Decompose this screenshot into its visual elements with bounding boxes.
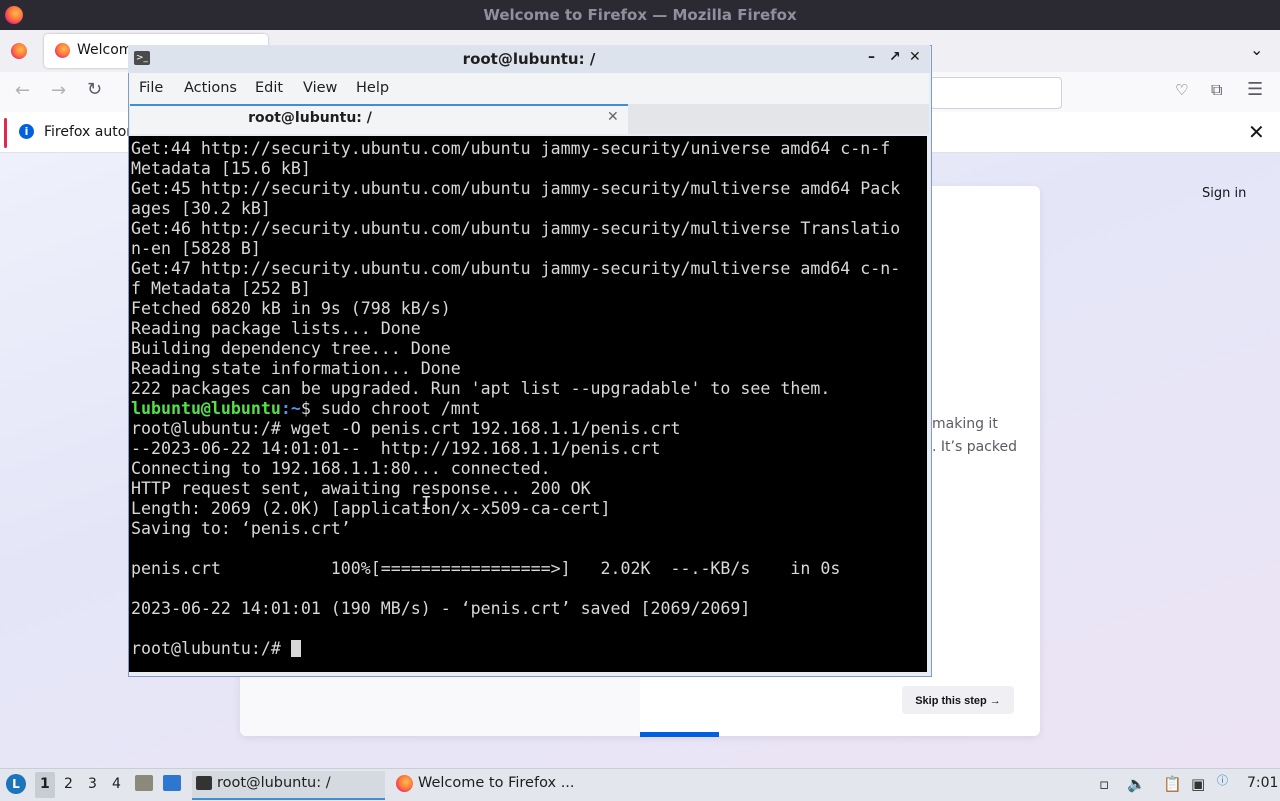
url-bar[interactable] [930,77,1062,109]
terminal-line: Reading package lists... Done [131,319,421,338]
welcome-text-line-1: making it [932,416,998,432]
terminal-line: n-en [5828 B] [131,239,261,258]
terminal-tab-label: root@lubuntu: / [248,110,372,126]
menu-actions[interactable]: Actions [184,80,237,96]
taskbar-terminal-label: root@lubuntu: / [217,775,331,791]
terminal-line: Get:46 http://security.ubuntu.com/ubuntu… [131,219,901,238]
firefox-window-title: Welcome to Firefox — Mozilla Firefox [483,6,797,24]
workspace-2[interactable]: 2 [64,776,73,792]
maximize-icon[interactable]: ↗ [889,49,901,65]
terminal-line: --2023-06-22 14:01:01-- http://192.168.1… [131,439,661,458]
terminal-line: Get:45 http://security.ubuntu.com/ubuntu… [131,179,901,198]
volume-icon[interactable]: 🔈 [1127,775,1146,793]
forward-arrow-icon[interactable]: → [51,80,66,101]
firefox-view-icon[interactable] [11,43,27,59]
text-cursor [290,640,301,657]
minimize-icon[interactable]: – [868,49,875,65]
firefox-tab-icon [55,43,70,58]
terminal-line: root@lubuntu:/# wget -O penis.crt 192.16… [131,419,681,438]
back-arrow-icon[interactable]: ← [15,80,30,101]
notification-accent [4,118,7,148]
final-prompt: root@lubuntu:/# [131,639,291,658]
terminal-line: HTTP request sent, awaiting response... … [131,479,591,498]
terminal-line: 222 packages can be upgraded. Run 'apt l… [131,379,831,398]
hamburger-menu-icon[interactable]: ☰ [1247,79,1263,100]
sign-in-link[interactable]: Sign in [1202,186,1246,201]
terminal-line: Saving to: ‘penis.crt’ [131,519,351,538]
info-icon: i [19,124,34,139]
workspace-1[interactable]: 1 [40,776,50,792]
terminal-menubar [129,73,929,104]
terminal-line: Metadata [15.6 kB] [131,159,311,178]
menu-edit[interactable]: Edit [255,80,283,96]
terminal-line: Fetched 6820 kB in 9s (798 kB/s) [131,299,451,318]
clock[interactable]: 7:01 [1247,775,1278,791]
prompt-command: $ sudo chroot /mnt [300,399,481,418]
workspace-3[interactable]: 3 [88,776,97,792]
terminal-window-title: root@lubuntu: / [462,50,596,68]
terminal-output-before: Get:44 http://security.ubuntu.com/ubuntu… [131,139,900,398]
menu-file[interactable]: File [139,80,163,96]
chevron-down-icon[interactable]: ⌄ [1250,40,1263,59]
show-desktop-icon[interactable] [163,775,181,791]
terminal-line: Connecting to 192.168.1.1:80... connecte… [131,459,551,478]
notification-text: Firefox autor [44,124,133,140]
taskbar-firefox-label[interactable]: Welcome to Firefox ... [418,775,575,791]
terminal-line: penis.crt 100%[=================>] 2.02K… [131,559,841,578]
terminal-line: Reading state information... Done [131,359,461,378]
pocket-icon[interactable]: ♡ [1175,81,1188,99]
welcome-text-line-2: . It’s packed [932,439,1017,455]
close-window-icon[interactable]: ✕ [909,49,921,65]
tab-close-icon[interactable]: ✕ [607,109,619,125]
terminal-output-after: root@lubuntu:/# wget -O penis.crt 192.16… [131,419,840,618]
removable-media-icon[interactable]: ▫ [1099,775,1109,793]
firefox-icon[interactable] [396,775,413,792]
network-icon[interactable]: ▣ [1191,775,1205,793]
step-progress-indicator [640,732,719,737]
extensions-icon[interactable]: ⧉ [1211,80,1222,100]
workspace-4[interactable]: 4 [112,776,121,792]
prompt-user: lubuntu@lubuntu [131,399,281,418]
reload-icon[interactable]: ↻ [87,79,102,100]
ibeam-cursor-icon: I [421,493,432,514]
firefox-tab-label: Welcom [77,42,133,58]
terminal-line: Building dependency tree... Done [131,339,451,358]
terminal-line: ages [30.2 kB] [131,199,271,218]
menu-view[interactable]: View [303,80,337,96]
terminal-output: Get:44 http://security.ubuntu.com/ubuntu… [131,139,900,659]
terminal-line: Get:44 http://security.ubuntu.com/ubuntu… [131,139,891,158]
terminal-icon [196,776,212,790]
update-notifier-icon[interactable]: ⓘ [1217,772,1228,788]
terminal-line: Length: 2069 (2.0K) [application/x-x509-… [131,499,611,518]
start-menu-icon[interactable]: L [6,774,26,794]
prompt-path: :~ [280,399,301,418]
file-manager-icon[interactable] [135,775,153,791]
menu-help[interactable]: Help [356,80,389,96]
terminal-line: f Metadata [252 B] [131,279,311,298]
skip-step-button[interactable]: Skip this step → [902,686,1014,714]
clipboard-icon[interactable]: 📋 [1163,775,1182,793]
close-icon[interactable]: ✕ [1248,120,1265,144]
terminal-line: 2023-06-22 14:01:01 (190 MB/s) - ‘penis.… [131,599,751,618]
terminal-line: Get:47 http://security.ubuntu.com/ubuntu… [131,259,901,278]
